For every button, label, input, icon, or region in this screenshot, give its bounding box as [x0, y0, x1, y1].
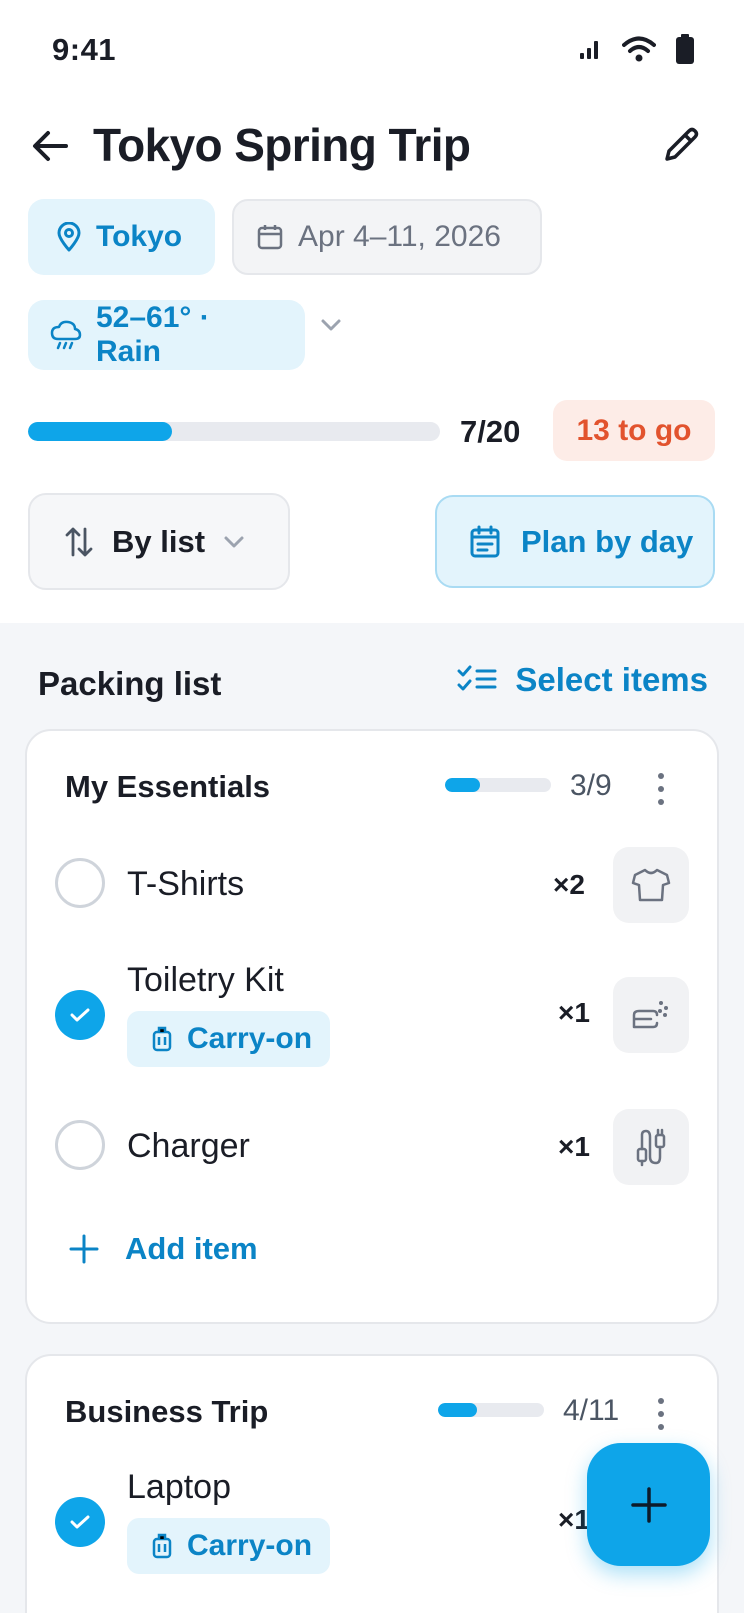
location-label: Tokyo — [96, 220, 183, 253]
rain-cloud-icon — [50, 320, 82, 350]
status-icons — [578, 34, 694, 64]
page-title: Tokyo Spring Trip — [93, 119, 471, 171]
weather-expand-chevron[interactable] — [320, 318, 342, 337]
item-thumbnail — [613, 977, 689, 1053]
status-bar: 9:41 — [0, 0, 744, 100]
sort-arrows-icon — [65, 527, 93, 556]
suitcase-icon — [152, 1026, 172, 1052]
sort-dropdown[interactable]: By list — [28, 493, 290, 590]
list-count: 3/9 — [570, 769, 612, 802]
item-quantity[interactable]: ×1 — [558, 1504, 590, 1536]
list-menu-button[interactable] — [651, 769, 671, 809]
calendar-list-icon — [470, 525, 500, 557]
list-item[interactable]: T-Shirts ×2 — [27, 845, 717, 925]
dot — [658, 1424, 664, 1430]
plan-label: Plan by day — [521, 523, 694, 559]
status-time: 9:41 — [52, 32, 117, 67]
back-button[interactable] — [26, 122, 74, 170]
tag-label: Carry-on — [187, 1022, 313, 1055]
item-quantity[interactable]: ×1 — [558, 997, 590, 1029]
plan-by-day-button[interactable]: Plan by day — [435, 495, 715, 588]
item-name: Charger — [127, 1127, 250, 1165]
battery-icon — [676, 34, 694, 64]
add-item-label: Add item — [125, 1231, 258, 1266]
add-item-button[interactable]: Add item — [69, 1231, 258, 1267]
weather-chip[interactable]: 52–61° · Rain — [28, 300, 305, 370]
item-quantity[interactable]: ×1 — [558, 1131, 590, 1163]
item-checkbox-checked[interactable] — [55, 1497, 105, 1547]
signal-icon — [580, 41, 598, 59]
plus-icon — [69, 1234, 99, 1264]
dot — [658, 1398, 664, 1404]
list-title: My Essentials — [65, 769, 271, 804]
remaining-badge: 13 to go — [553, 400, 715, 461]
check-icon — [70, 1515, 90, 1529]
list-menu-button[interactable] — [651, 1394, 671, 1434]
select-items-button[interactable]: Select items — [457, 661, 708, 699]
list-title: Business Trip — [65, 1394, 269, 1429]
dot — [658, 1411, 664, 1417]
list-progress-bar — [438, 1403, 544, 1417]
date-chip[interactable]: Apr 4–11, 2026 — [232, 199, 542, 275]
list-item[interactable]: Toiletry Kit Carry-on ×1 — [27, 955, 717, 1075]
arrow-left-icon — [33, 131, 68, 161]
map-pin-icon — [57, 222, 81, 252]
list-count: 4/11 — [563, 1394, 620, 1427]
checklist-icon — [457, 665, 497, 691]
item-thumbnail — [613, 847, 689, 923]
progress-count: 7/20 — [460, 414, 521, 449]
plus-icon — [630, 1486, 667, 1523]
date-label: Apr 4–11, 2026 — [298, 220, 501, 253]
item-checkbox[interactable] — [55, 858, 105, 908]
item-quantity[interactable]: ×2 — [553, 869, 585, 901]
dot — [658, 773, 664, 779]
tshirt-icon — [631, 868, 671, 902]
trip-progress: 7/20 13 to go — [28, 400, 716, 462]
item-checkbox-checked[interactable] — [55, 990, 105, 1040]
dot — [658, 799, 664, 805]
add-fab-button[interactable] — [587, 1443, 710, 1566]
suitcase-icon — [152, 1533, 172, 1559]
select-items-label: Select items — [515, 661, 708, 698]
list-progress-fill — [438, 1403, 477, 1417]
item-name: T-Shirts — [127, 865, 245, 903]
edit-button[interactable] — [656, 120, 706, 170]
app-bar: Tokyo Spring Trip — [0, 108, 744, 184]
item-thumbnail — [613, 1109, 689, 1185]
carry-on-tag[interactable]: Carry-on — [127, 1518, 331, 1574]
carry-on-tag[interactable]: Carry-on — [127, 1011, 331, 1067]
item-name: Laptop — [127, 1468, 231, 1506]
list-item[interactable]: Charger ×1 — [27, 1107, 717, 1187]
soap-icon — [632, 1001, 668, 1029]
cable-icon — [636, 1128, 666, 1167]
list-card-my-essentials: My Essentials 3/9 T-Shirts ×2 Toiletry K… — [25, 729, 719, 1324]
progress-bar — [28, 422, 440, 441]
list-progress-bar — [445, 778, 551, 792]
list-progress-fill — [445, 778, 481, 792]
chevron-down-icon — [321, 319, 341, 331]
pencil-icon — [665, 127, 699, 161]
item-checkbox[interactable] — [55, 1120, 105, 1170]
weather-label: 52–61° · Rain — [95, 301, 210, 368]
wifi-icon — [622, 36, 656, 62]
chevron-down-icon — [224, 536, 244, 547]
tag-label: Carry-on — [187, 1529, 313, 1562]
dot — [658, 786, 664, 792]
check-icon — [70, 1008, 90, 1022]
sort-label: By list — [112, 523, 206, 559]
section-title: Packing list — [38, 665, 222, 702]
calendar-icon — [257, 225, 283, 250]
location-chip[interactable]: Tokyo — [28, 199, 215, 275]
item-name: Toiletry Kit — [127, 961, 284, 999]
progress-fill — [28, 422, 173, 441]
